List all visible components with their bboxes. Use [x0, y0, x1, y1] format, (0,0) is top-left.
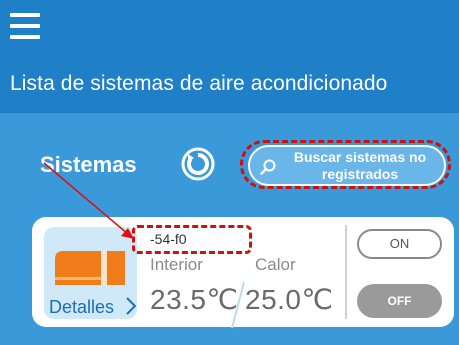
off-button[interactable]: OFF — [357, 284, 442, 318]
on-button[interactable]: ON — [357, 229, 442, 259]
interior-temperature: 23.5℃ — [150, 284, 239, 315]
annotation-highlight-search — [240, 140, 451, 189]
interior-label: Interior — [150, 255, 203, 274]
refresh-icon[interactable] — [181, 147, 215, 181]
hamburger-menu-icon[interactable] — [10, 13, 40, 39]
card-divider — [345, 225, 347, 319]
details-link[interactable]: Detalles — [49, 297, 114, 318]
top-bar — [0, 0, 459, 51]
mode-label: Calor — [255, 255, 296, 274]
set-temperature[interactable]: 25.0℃ — [245, 283, 333, 316]
app-screen: Lista de sistemas de aire acondicionado … — [0, 0, 459, 345]
annotation-highlight-name — [132, 225, 252, 254]
section-label: Sistemas — [40, 152, 137, 177]
chevron-right-icon[interactable] — [126, 297, 136, 315]
system-card: Detalles -54-f0 Interior Calor 23.5℃ 25.… — [32, 217, 454, 329]
page-title: Lista de sistemas de aire acondicionado — [10, 72, 388, 95]
air-conditioner-icon — [55, 251, 125, 285]
details-tile[interactable]: Detalles — [44, 227, 137, 319]
temperature-divider — [231, 281, 245, 329]
title-bar: Lista de sistemas de aire acondicionado — [0, 51, 459, 113]
